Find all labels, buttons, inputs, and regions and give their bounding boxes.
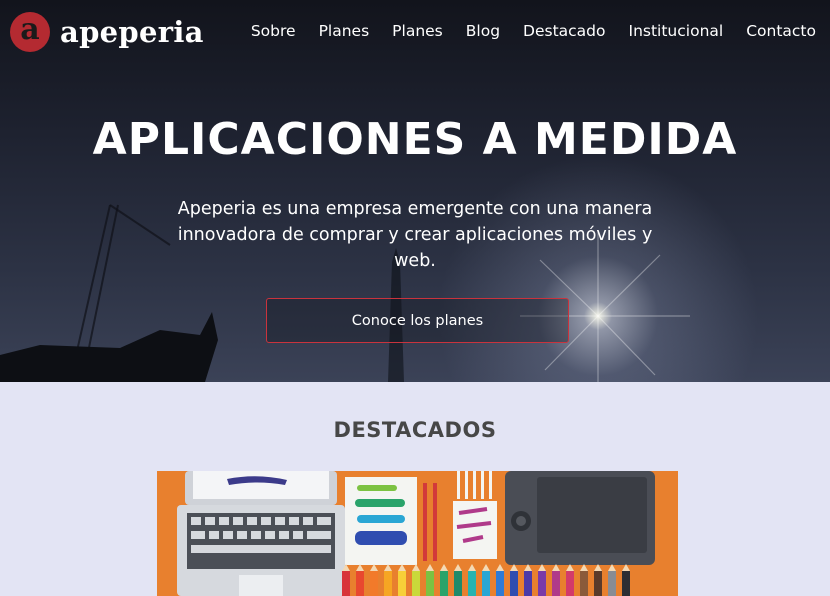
hero-title: APLICACIONES A MEDIDA <box>92 114 738 165</box>
hero-subtitle: Apeperia es una empresa emergente con un… <box>177 199 653 271</box>
main-nav: Sobre Planes Planes Blog Destacado Insti… <box>228 22 816 40</box>
brand-name: apeperia <box>60 15 204 49</box>
nav-item-contacto[interactable]: Contacto <box>746 22 816 40</box>
nav-item-sobre[interactable]: Sobre <box>251 22 296 40</box>
brand-logo[interactable]: a apeperia <box>10 12 204 52</box>
nav-item-planes-2[interactable]: Planes <box>392 22 443 40</box>
nav-item-institucional[interactable]: Institucional <box>629 22 724 40</box>
cta-button[interactable]: Conoce los planes <box>266 298 569 343</box>
featured-section-title: DESTACADOS <box>333 418 497 442</box>
nav-item-destacado[interactable]: Destacado <box>523 22 605 40</box>
featured-image[interactable] <box>157 471 678 596</box>
art-supplies-illustration-icon <box>157 471 678 596</box>
logo-mark-letter: a <box>20 12 40 47</box>
logo-icon: a <box>10 12 50 52</box>
nav-item-blog[interactable]: Blog <box>466 22 500 40</box>
nav-item-planes[interactable]: Planes <box>319 22 370 40</box>
hero-section: a apeperia Sobre Planes Planes Blog Dest… <box>0 0 830 382</box>
